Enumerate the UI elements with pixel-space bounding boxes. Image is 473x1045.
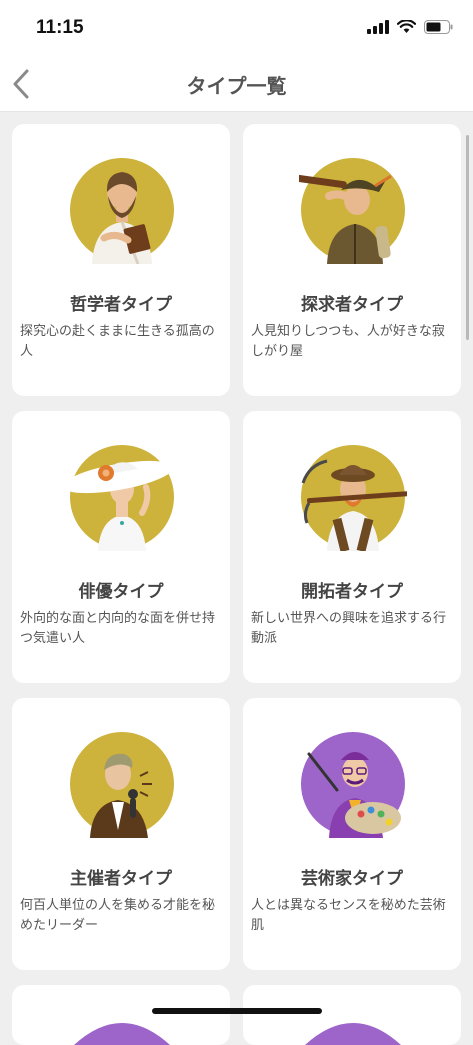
type-description: 探究心の赴くままに生きる孤高の人: [20, 324, 215, 359]
type-title: 俳優タイプ: [78, 582, 164, 602]
wifi-icon: [397, 20, 416, 33]
type-card-partial[interactable]: [243, 985, 461, 1045]
type-title: 哲学者タイプ: [70, 295, 172, 315]
status-time: 11:15: [36, 17, 84, 38]
pioneer-illustration: [301, 445, 407, 551]
organizer-illustration: [70, 732, 174, 838]
battery-icon: [424, 20, 453, 34]
partial-illustration: [305, 1023, 401, 1045]
type-title: 開拓者タイプ: [301, 582, 403, 602]
actor-illustration: [68, 445, 174, 551]
type-card-partial[interactable]: [12, 985, 230, 1045]
type-card-explorer[interactable]: 探求者タイプ 人見知りしつつも、人が好きな寂しがり屋: [243, 124, 461, 396]
type-grid: 哲学者タイプ 探究心の赴くままに生きる孤高の人 探求者タイプ 人見知りしつつも、…: [12, 124, 462, 1045]
explorer-illustration: [299, 158, 405, 264]
navigation-bar: タイプ一覧: [0, 56, 473, 112]
page-title: タイプ一覧: [186, 74, 287, 98]
scrollbar[interactable]: [466, 135, 469, 340]
home-indicator[interactable]: [152, 1008, 322, 1014]
type-title: 探求者タイプ: [301, 295, 403, 315]
partial-illustration: [74, 1023, 170, 1045]
type-card-organizer[interactable]: 主催者タイプ 何百人単位の人を集める才能を秘めたリーダー: [12, 698, 230, 970]
type-title: 主催者タイプ: [70, 869, 172, 889]
type-description: 人とは異なるセンスを秘めた芸術肌: [251, 898, 446, 933]
type-card-actor[interactable]: 俳優タイプ 外向的な面と内向的な面を併せ持つ気遣い人: [12, 411, 230, 683]
artist-illustration: [301, 732, 405, 838]
type-description: 何百人単位の人を集める才能を秘めたリーダー: [20, 898, 216, 933]
type-description: 人見知りしつつも、人が好きな寂しがり屋: [251, 324, 445, 359]
philosopher-illustration: [70, 158, 174, 264]
type-description: 新しい世界への興味を追求する行動派: [251, 611, 447, 646]
type-card-artist[interactable]: 芸術家タイプ 人とは異なるセンスを秘めた芸術肌: [243, 698, 461, 970]
cellular-signal-icon: [367, 20, 389, 34]
type-description: 外向的な面と内向的な面を併せ持つ気遣い人: [20, 611, 216, 646]
type-title: 芸術家タイプ: [301, 869, 403, 889]
status-bar: 11:15: [0, 0, 473, 56]
type-card-philosopher[interactable]: 哲学者タイプ 探究心の赴くままに生きる孤高の人: [12, 124, 230, 396]
status-icons: [367, 20, 453, 34]
type-card-pioneer[interactable]: 開拓者タイプ 新しい世界への興味を追求する行動派: [243, 411, 461, 683]
